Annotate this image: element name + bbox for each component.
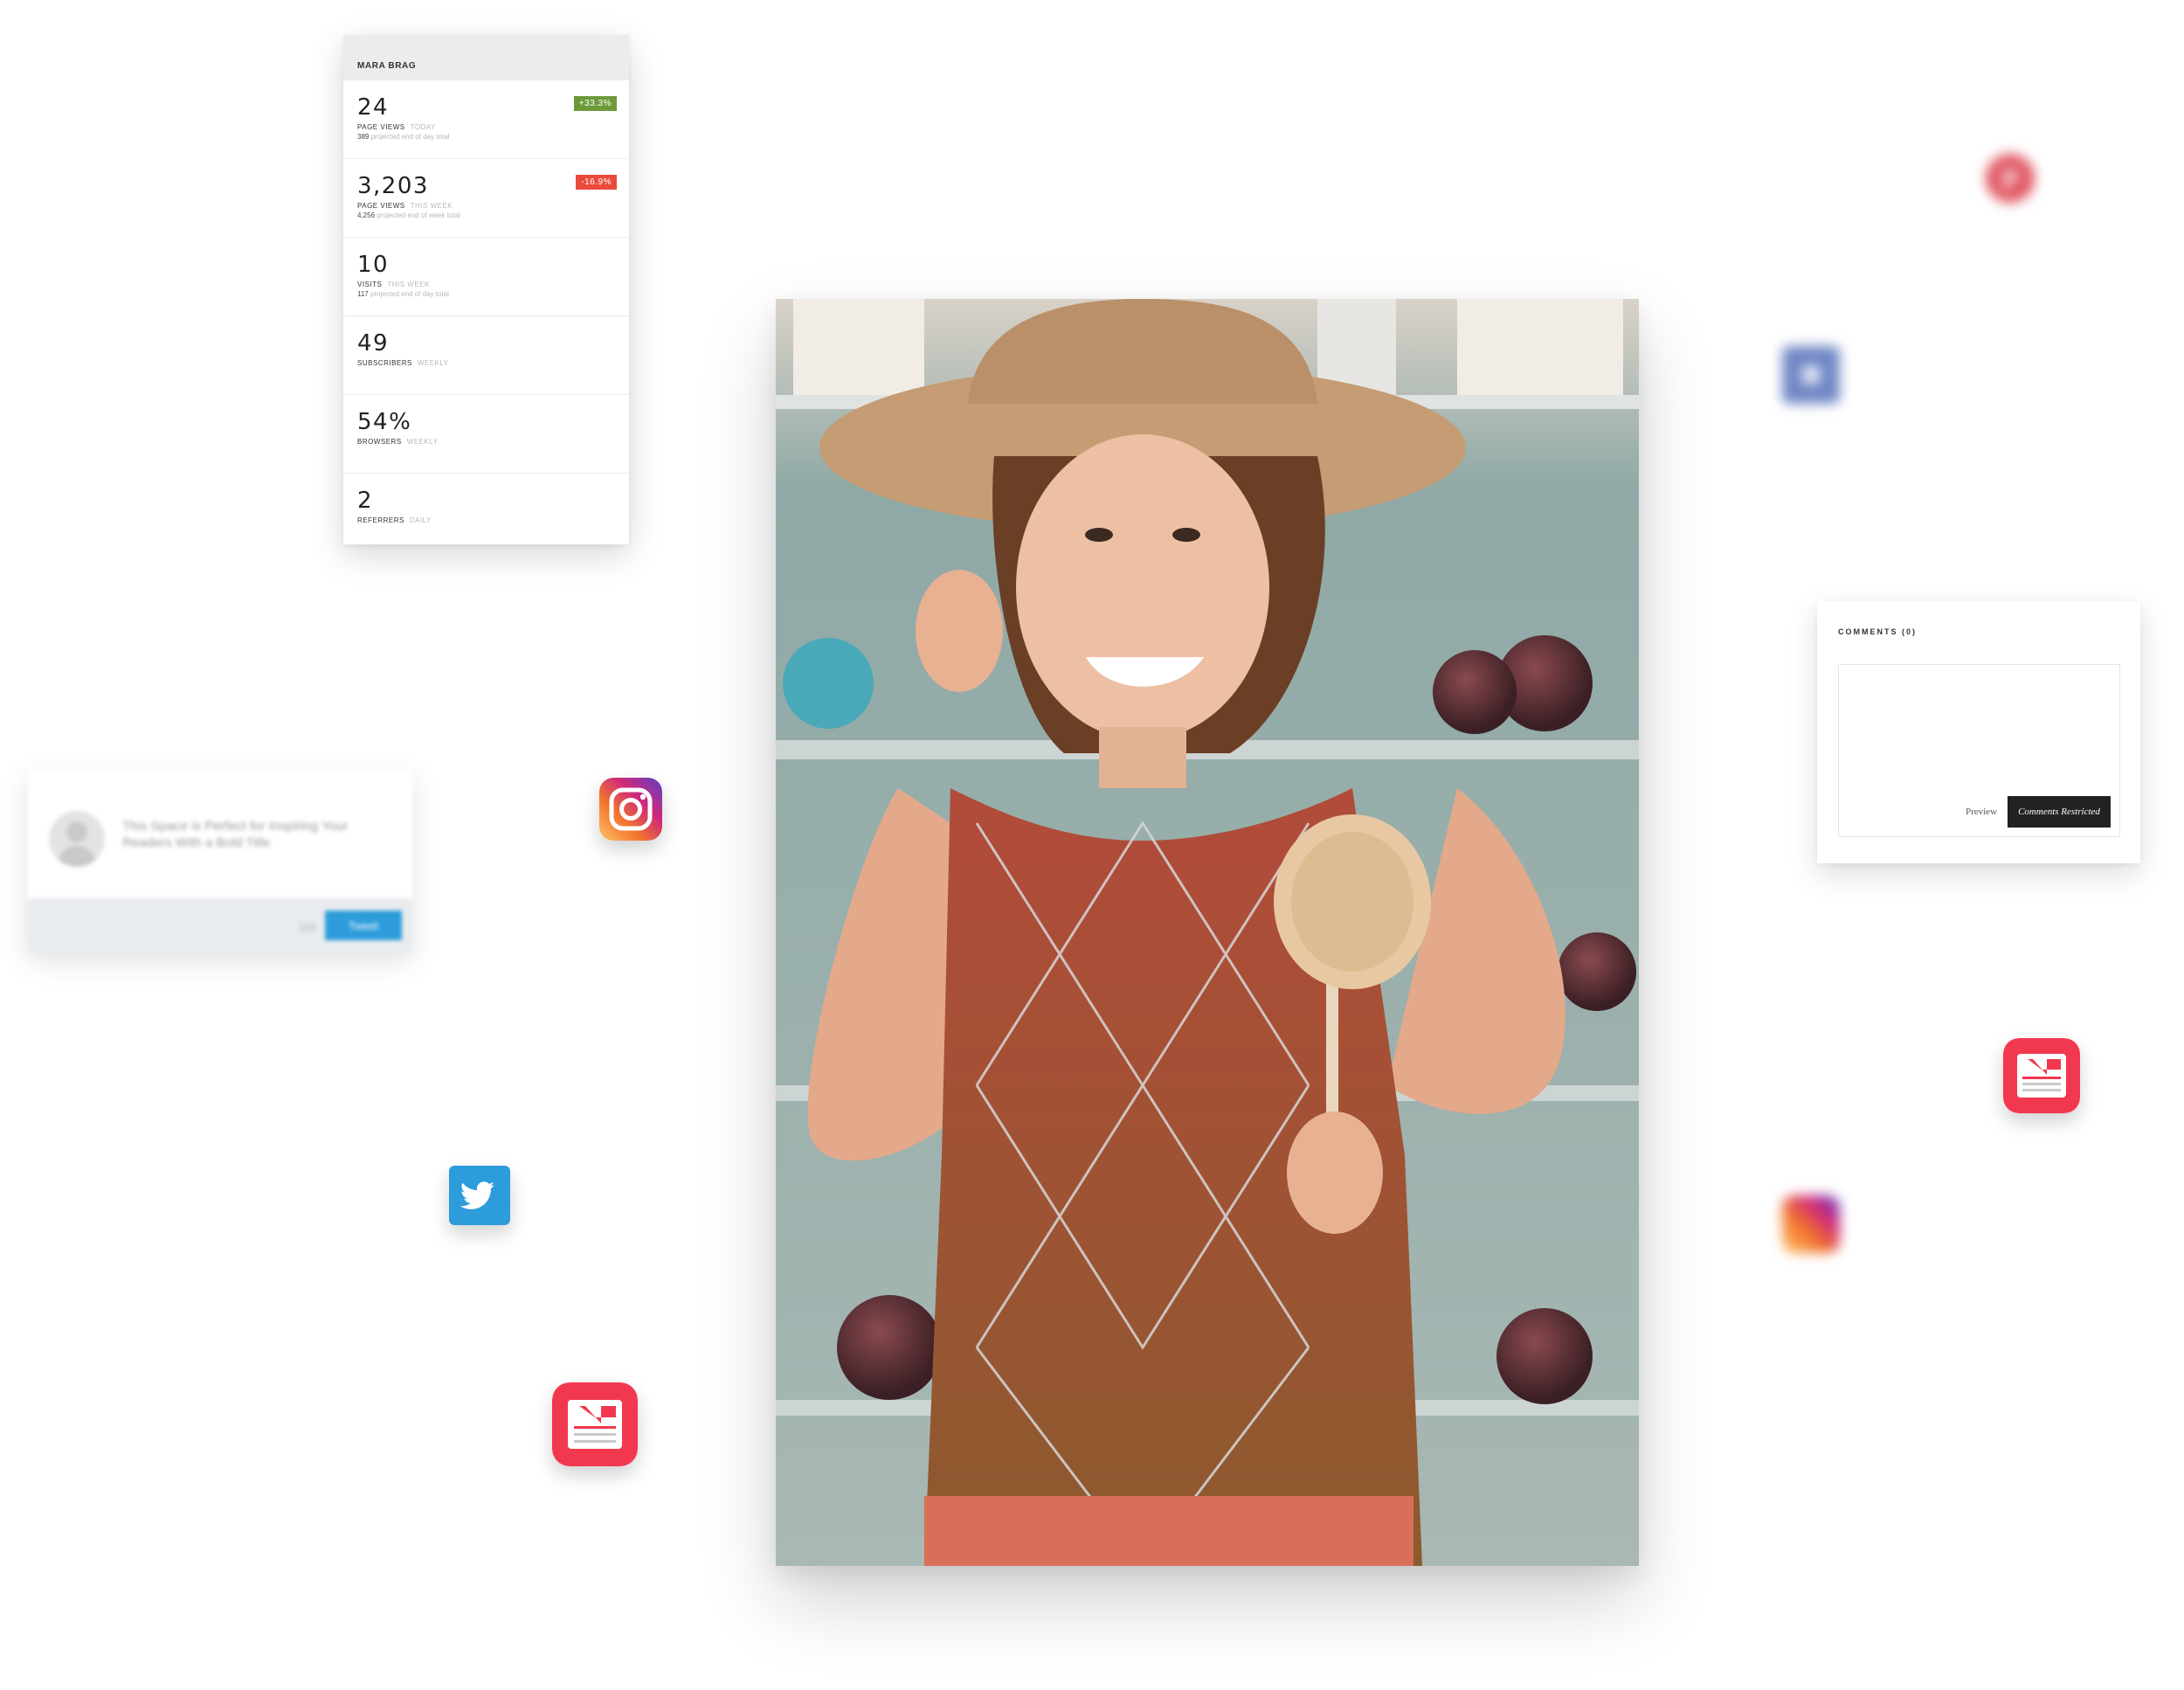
stat-projection-value: 117 <box>357 290 369 298</box>
stat-value: 2 <box>357 488 374 514</box>
stat-projection-value: 4,256 <box>357 211 376 219</box>
instagram-icon[interactable] <box>1782 1195 1840 1253</box>
stat-period: WEEKLY <box>417 359 449 367</box>
stat-period: THIS WEEK <box>387 281 430 288</box>
stat-projection-text: projected end of day total <box>370 133 450 141</box>
squarespace-icon[interactable] <box>1782 346 1840 404</box>
avatar <box>49 811 105 867</box>
stat-period: WEEKLY <box>406 438 439 446</box>
stat-projection-value: 389 <box>357 133 370 141</box>
stat-label: PAGE VIEWS <box>357 123 405 131</box>
stat-label: VISITS <box>357 281 383 288</box>
stat-row-subscribers[interactable]: 49 SUBSCRIBERS WEEKLY <box>343 316 629 395</box>
click-to-tweet-widget: This Space is Perfect for Inspiring Your… <box>28 769 412 952</box>
stat-row-page-views-week[interactable]: 3,203 PAGE VIEWS THIS WEEK 4,256 projecte… <box>343 159 629 238</box>
stat-period: TODAY <box>410 123 436 131</box>
stat-row-browsers[interactable]: 54% BROWSERS WEEKLY <box>343 395 629 474</box>
comment-input-area[interactable]: Preview Comments Restricted <box>1838 664 2120 837</box>
stat-projection-text: projected end of week total <box>377 211 460 219</box>
apple-news-icon[interactable] <box>552 1382 638 1466</box>
featured-photo-illustration <box>776 299 1639 1566</box>
stat-value: 10 <box>357 252 390 278</box>
tweet-count: 116 <box>298 920 316 933</box>
twitter-icon[interactable] <box>449 1166 510 1225</box>
comments-widget: COMMENTS (0) Preview Comments Restricted <box>1817 601 2140 863</box>
stat-label: PAGE VIEWS <box>357 202 405 210</box>
featured-photo <box>776 299 1639 1566</box>
comments-restricted-button[interactable]: Comments Restricted <box>2008 796 2111 828</box>
change-badge-negative: -16.9% <box>576 175 617 190</box>
stat-row-visits[interactable]: 10 VISITS THIS WEEK 117 projected end of … <box>343 238 629 316</box>
stat-row-page-views-today[interactable]: 24 PAGE VIEWS TODAY 389 projected end of … <box>343 80 629 159</box>
stat-projection-text: projected end of day total <box>370 290 449 298</box>
stat-period: THIS WEEK <box>410 202 453 210</box>
stat-value: 49 <box>357 330 390 357</box>
instagram-icon[interactable] <box>599 778 662 841</box>
apple-news-icon[interactable] <box>2003 1038 2080 1113</box>
change-badge-positive: +33.3% <box>573 96 617 111</box>
stat-value: 54% <box>357 409 412 435</box>
preview-button[interactable]: Preview <box>1966 807 1997 817</box>
tweet-footer: 116 Tweet <box>28 898 412 952</box>
stat-period: DAILY <box>409 516 432 524</box>
site-name: MARA BRAG <box>343 35 629 80</box>
comments-title: COMMENTS (0) <box>1838 627 1917 636</box>
stat-label: BROWSERS <box>357 438 402 446</box>
stat-row-referrers[interactable]: 2 REFERRERS DAILY <box>343 474 629 544</box>
tweet-text: This Space is Perfect for Inspiring Your… <box>122 819 349 850</box>
analytics-card: MARA BRAG 24 PAGE VIEWS TODAY 389 project… <box>343 35 629 544</box>
stat-label: SUBSCRIBERS <box>357 359 412 367</box>
tweet-button[interactable]: Tweet <box>325 911 402 940</box>
stat-label: REFERRERS <box>357 516 404 524</box>
pinterest-icon[interactable]: P <box>1986 154 2035 203</box>
svg-text:P: P <box>2001 163 2020 196</box>
